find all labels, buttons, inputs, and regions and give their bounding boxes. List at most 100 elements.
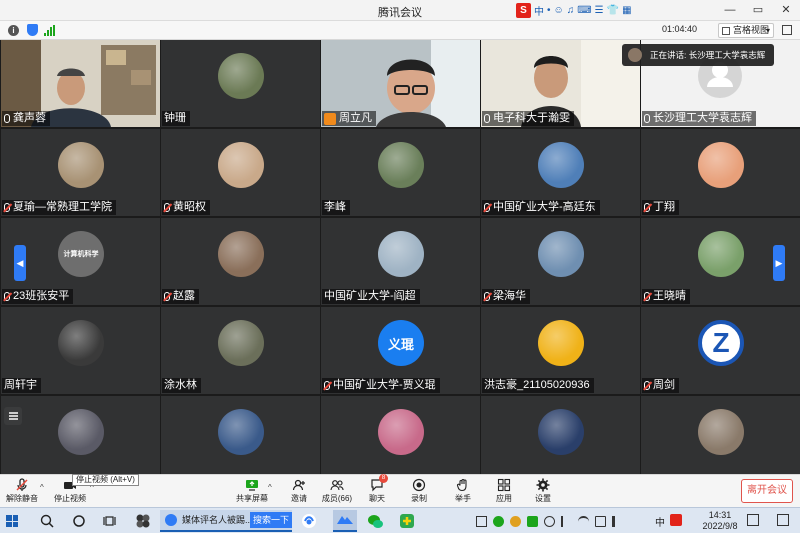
participant-tile[interactable]: 丁翔: [641, 129, 800, 216]
shield-icon[interactable]: [27, 24, 38, 36]
chat-button[interactable]: 8 聊天: [357, 474, 397, 504]
browser-taskbar-window[interactable]: 媒体评名人被踢... 搜索一下: [160, 510, 292, 532]
tray-app-icon[interactable]: [493, 515, 504, 527]
participant-name: 电子科大于瀚雯: [493, 112, 570, 124]
ime-mode[interactable]: 中: [534, 3, 544, 18]
participant-tile[interactable]: 周立凡: [321, 40, 480, 127]
volume-icon[interactable]: [612, 515, 623, 527]
meeting-timer: 01:04:40: [662, 24, 698, 34]
participant-tile[interactable]: 赵露: [161, 218, 320, 305]
window-controls: — ▭ ✕: [716, 0, 800, 21]
host-icon: [324, 112, 336, 125]
ime-voice-icon[interactable]: ♫: [567, 5, 575, 16]
sogou-logo-icon[interactable]: S: [516, 3, 531, 18]
ime-toolbox-icon[interactable]: ▦: [622, 5, 631, 16]
tray-help-icon[interactable]: [544, 515, 555, 527]
battery-icon[interactable]: [595, 515, 606, 527]
task-view-icon[interactable]: [102, 512, 120, 530]
action-center-video-icon[interactable]: [747, 514, 759, 526]
participant-avatar: [538, 409, 584, 455]
invite-button[interactable]: 邀请: [279, 478, 319, 504]
participant-name-label: 中国矿业大学-阎超: [322, 289, 420, 304]
share-screen-button[interactable]: 共享屏幕: [232, 478, 272, 504]
leave-meeting-button[interactable]: 离开会议: [741, 479, 793, 503]
fullscreen-icon[interactable]: [782, 25, 792, 35]
participant-tile[interactable]: [641, 396, 800, 483]
participant-tile[interactable]: 夏瑜—常熟理工学院: [1, 129, 160, 216]
participant-tile[interactable]: Z 周剑: [641, 307, 800, 394]
participant-tile[interactable]: 黄昭权: [161, 129, 320, 216]
ime-emoji-icon[interactable]: ☺: [554, 5, 564, 16]
clock-date: 2022/9/8: [702, 521, 738, 531]
participant-list-icon[interactable]: [4, 407, 22, 425]
chat-icon: 8: [370, 474, 388, 492]
participant-name-label: 中国矿业大学-高廷东: [482, 200, 600, 215]
info-icon[interactable]: i: [8, 25, 19, 36]
audio-options-chevron-icon[interactable]: ^: [40, 483, 44, 492]
unmute-button[interactable]: 解除静音: [2, 478, 42, 504]
participant-tile[interactable]: 中国矿业大学-阎超: [321, 218, 480, 305]
ime-skin-icon[interactable]: 👕: [607, 5, 619, 16]
participant-tile[interactable]: 中国矿业大学-高廷东: [481, 129, 640, 216]
tray-ime-indicator[interactable]: 中: [655, 514, 665, 529]
next-page-button[interactable]: ▶: [773, 245, 785, 281]
record-button[interactable]: 录制: [399, 478, 439, 504]
notification-icon[interactable]: [777, 514, 789, 526]
wechat-icon[interactable]: [366, 512, 384, 530]
participant-tile[interactable]: 龚声蓉: [1, 40, 160, 127]
share-options-chevron-icon[interactable]: ^: [268, 483, 272, 492]
tray-keyboard-icon[interactable]: [476, 515, 487, 527]
pinned-app-icon[interactable]: [134, 512, 152, 530]
participant-name: 洪志豪_21105020936: [484, 379, 590, 391]
participant-tile[interactable]: 李峰: [321, 129, 480, 216]
participant-avatar: [698, 231, 744, 277]
participant-tile[interactable]: 涂水林: [161, 307, 320, 394]
mic-muted-icon: [164, 292, 170, 301]
settings-button[interactable]: 设置: [523, 478, 563, 504]
participant-tile[interactable]: 周轩宇: [1, 307, 160, 394]
search-icon[interactable]: [38, 512, 56, 530]
prev-page-button[interactable]: ◀: [14, 245, 26, 281]
tencent-meeting-taskbar-icon[interactable]: [333, 510, 357, 532]
participant-tile[interactable]: 义琨 中国矿业大学-贾义琨: [321, 307, 480, 394]
participant-tile[interactable]: [1, 396, 160, 483]
pinned-browser-icon[interactable]: [300, 512, 318, 530]
signal-icon[interactable]: [44, 25, 56, 36]
taskbar-clock[interactable]: 14:31 2022/9/8: [700, 510, 740, 532]
participant-tile[interactable]: [481, 396, 640, 483]
speaker-avatar: [628, 48, 642, 62]
speaking-text: 正在讲话: 长沙理工大学袁志辉: [650, 50, 766, 60]
restore-button[interactable]: ▭: [744, 0, 772, 21]
meeting-info-bar: i 01:04:40 宫格视图 ▾: [0, 21, 800, 40]
minimize-button[interactable]: —: [716, 0, 744, 21]
taskbar-search-button[interactable]: 搜索一下: [249, 512, 292, 528]
green-plus-app-icon[interactable]: [398, 512, 416, 530]
apps-button[interactable]: 应用: [484, 478, 524, 504]
participant-tile[interactable]: 钟珊: [161, 40, 320, 127]
share-screen-icon: [245, 478, 259, 492]
windows-start-icon[interactable]: [6, 515, 18, 527]
chat-badge: 8: [379, 474, 388, 483]
wifi-icon[interactable]: [578, 515, 589, 527]
members-button[interactable]: 成员(66): [317, 478, 357, 504]
tray-pen-icon[interactable]: [561, 515, 572, 527]
tray-app3-icon[interactable]: [527, 515, 538, 527]
ime-keyboard-icon[interactable]: ⌨: [577, 5, 591, 16]
ime-menu-icon[interactable]: ☰: [595, 5, 604, 16]
tray-app2-icon[interactable]: [510, 515, 521, 527]
participant-tile[interactable]: [321, 396, 480, 483]
participant-tile[interactable]: 洪志豪_21105020936: [481, 307, 640, 394]
participant-tile[interactable]: 电子科大于瀚雯: [481, 40, 640, 127]
ime-toolbar[interactable]: S 中 • ☺ ♫ ⌨ ☰ 👕 ▦: [516, 2, 632, 19]
raise-hand-button[interactable]: 举手: [443, 478, 483, 504]
cortana-icon[interactable]: [70, 512, 88, 530]
participant-tile[interactable]: 梁海华: [481, 218, 640, 305]
ime-punct[interactable]: •: [547, 5, 551, 16]
participant-name-label: 周立凡: [322, 111, 376, 126]
sogou-tray-icon[interactable]: [670, 514, 682, 526]
participant-name: 王晓晴: [653, 290, 686, 302]
participant-tile[interactable]: [161, 396, 320, 483]
view-mode-button[interactable]: 宫格视图 ▾: [718, 23, 774, 38]
close-button[interactable]: ✕: [772, 0, 800, 21]
participant-name-label: 李峰: [322, 200, 350, 215]
